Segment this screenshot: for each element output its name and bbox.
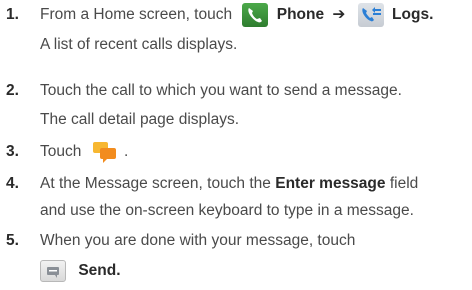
message-icon: [92, 141, 118, 163]
logs-label: Logs: [392, 6, 430, 24]
step-5-line-1: When you are done with your message, tou…: [40, 232, 356, 249]
step-text: Touch: [40, 143, 82, 161]
step-4-line-2: and use the on-screen keyboard to type i…: [40, 202, 414, 219]
step-2-line-2: The call detail page displays.: [40, 111, 240, 128]
period: .: [429, 6, 434, 24]
step-number: 1.: [6, 6, 19, 23]
send-label: Send: [78, 262, 117, 280]
step-number: 5.: [6, 232, 19, 249]
step-5-line-2: Send.: [40, 260, 121, 282]
phone-label: Phone: [276, 6, 325, 24]
send-icon: [40, 260, 66, 282]
step-number: 4.: [6, 175, 19, 192]
step-3-line-1: Touch .: [40, 141, 128, 163]
step-1-line-1: From a Home screen, touch Phone ➔ Logs.: [40, 3, 433, 27]
call-logs-icon: [357, 3, 384, 27]
step-1-line-2: A list of recent calls displays.: [40, 36, 238, 53]
enter-message-label: Enter message: [275, 175, 386, 192]
step-text: field: [389, 175, 419, 192]
period: .: [116, 262, 121, 280]
step-4-line-1: At the Message screen, touch the Enter m…: [40, 175, 418, 193]
arrow-right-icon: ➔: [332, 6, 346, 24]
step-2-line-1: Touch the call to which you want to send…: [40, 82, 402, 99]
period: .: [124, 143, 129, 161]
step-text: At the Message screen, touch the: [40, 175, 271, 192]
step-text: From a Home screen, touch: [40, 6, 233, 24]
step-number: 2.: [6, 82, 19, 99]
phone-icon: [242, 3, 269, 27]
step-number: 3.: [6, 143, 19, 160]
